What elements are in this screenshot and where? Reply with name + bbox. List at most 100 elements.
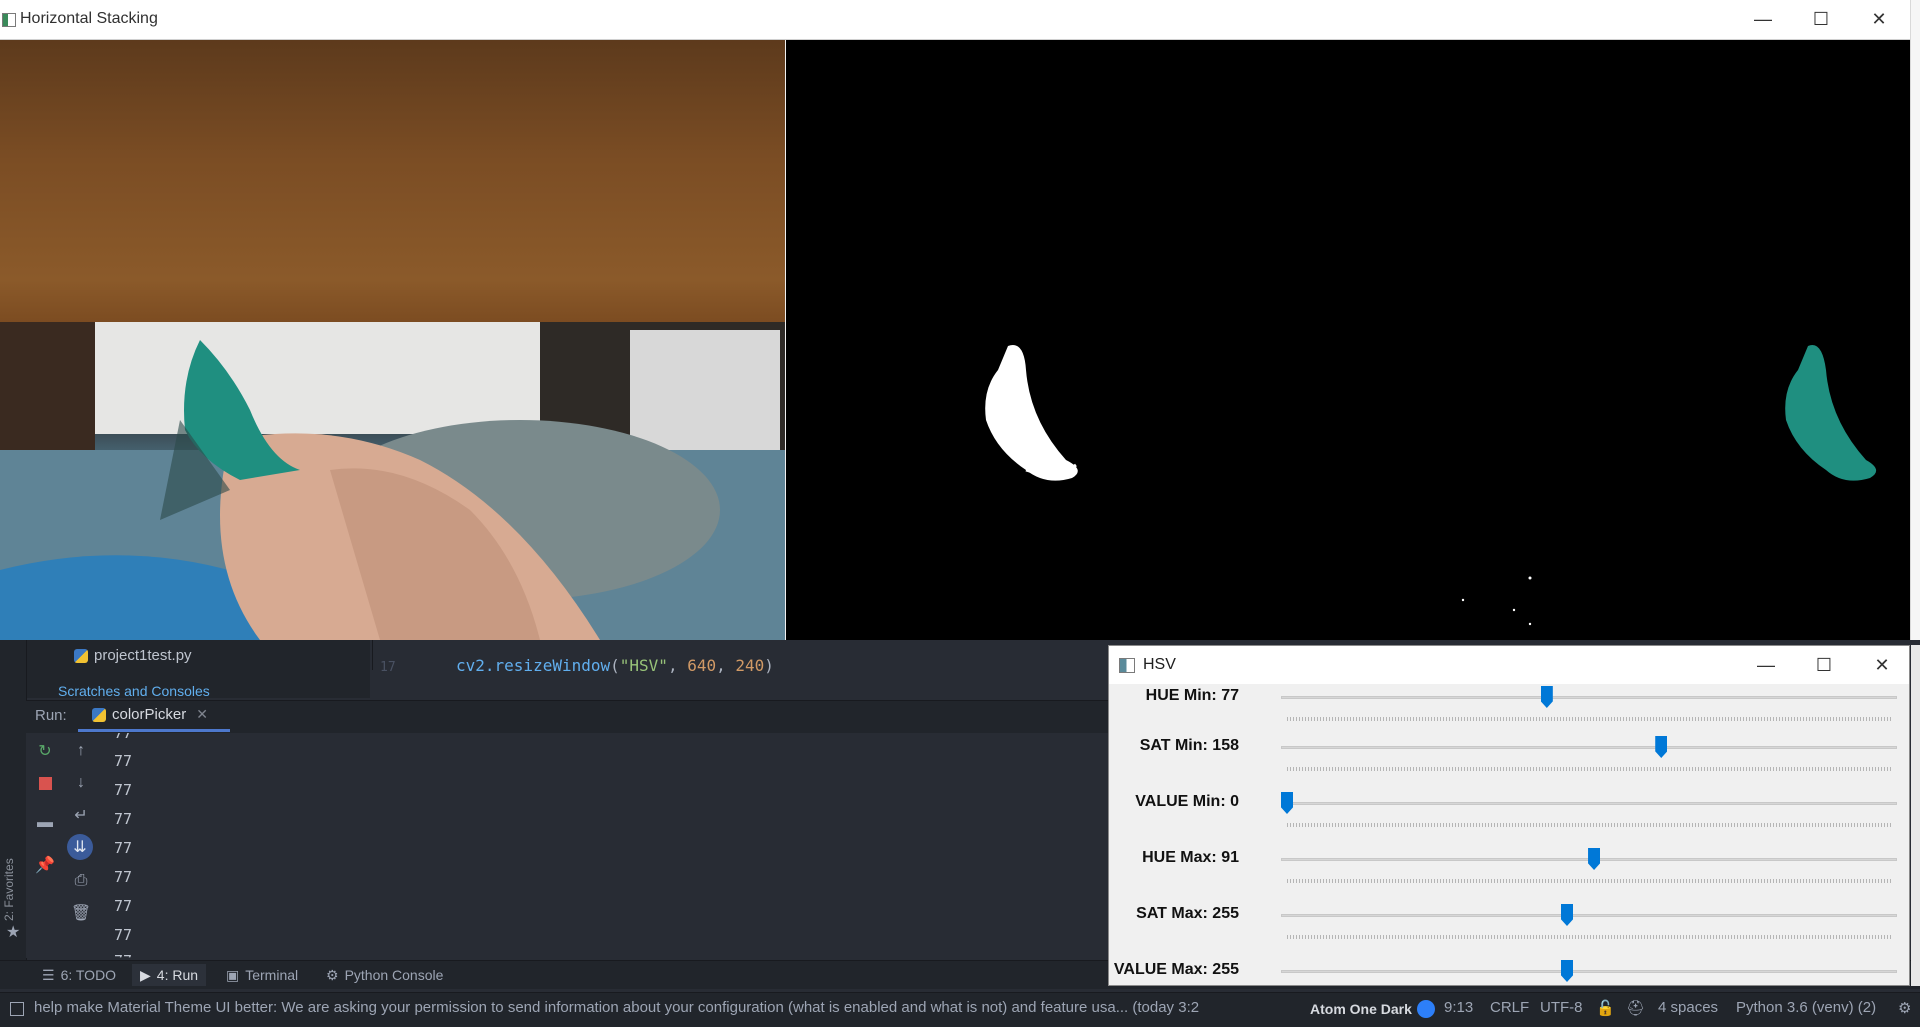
close-button[interactable]: ✕: [1853, 646, 1909, 684]
status-message[interactable]: help make Material Theme UI better: We a…: [34, 999, 1300, 1016]
play-icon: ▶: [140, 966, 151, 983]
console-line: 77: [114, 781, 133, 799]
trash-icon[interactable]: 🗑: [71, 904, 91, 922]
minimize-button[interactable]: —: [1734, 0, 1792, 39]
console-line: 77: [114, 897, 133, 915]
tab-python-console[interactable]: ⚙ Python Console: [318, 964, 451, 986]
console-line: 77: [114, 810, 133, 828]
inspector-icon[interactable]: ⛑: [1626, 999, 1645, 1017]
terminal-icon: ▣: [226, 966, 240, 983]
slider-ticks: [1287, 767, 1891, 771]
mask-scene: [985, 345, 1877, 626]
slider-track[interactable]: [1281, 746, 1897, 749]
close-tab-icon[interactable]: ✕: [196, 706, 208, 723]
minimize-button[interactable]: —: [1737, 646, 1795, 684]
indent-setting[interactable]: 4 spaces: [1658, 999, 1718, 1016]
tab-terminal[interactable]: ▣ Terminal: [218, 964, 306, 986]
python-interpreter[interactable]: Python 3.6 (venv) (2): [1736, 999, 1876, 1016]
code-line[interactable]: cv2.resizeWindow("HSV", 640, 240): [456, 656, 774, 675]
code-separator: ,: [716, 656, 736, 675]
code-paren-open: (: [610, 656, 620, 675]
app-icon: [1119, 658, 1135, 673]
camera-frame-image: [0, 40, 785, 640]
slider-ticks: [1287, 717, 1891, 721]
slider-label: SAT Max: 255: [1136, 905, 1239, 922]
tab-run[interactable]: ▶ 4: Run: [132, 964, 207, 986]
list-icon: ☰: [42, 966, 55, 983]
slider-label: SAT Min: 158: [1139, 737, 1239, 754]
code-function: cv2.resizeWindow: [456, 656, 611, 675]
console-line: 77: [114, 752, 133, 770]
scratches-and-consoles-item[interactable]: Scratches and Consoles: [58, 683, 210, 699]
window-titlebar[interactable]: Horizontal Stacking — ☐ ✕: [0, 0, 1910, 40]
slider-track[interactable]: [1281, 914, 1897, 917]
hsv-window-scrollbar[interactable]: [1911, 645, 1920, 986]
tool-window-toggle-icon[interactable]: [10, 1002, 24, 1016]
maximize-button[interactable]: ☐: [1795, 646, 1853, 684]
python-icon: ⚙: [326, 966, 339, 983]
console-output[interactable]: [26, 733, 1108, 958]
slider-thumb[interactable]: [1540, 686, 1553, 708]
hsv-slider-row: SAT Min: 158: [1109, 734, 1909, 790]
slider-thumb[interactable]: [1655, 736, 1668, 758]
window-right-edge: [1910, 0, 1920, 640]
settings-icon[interactable]: ⚙: [1898, 999, 1911, 1017]
line-number: 17: [380, 660, 396, 675]
slider-label: VALUE Max: 255: [1113, 961, 1239, 978]
lock-icon[interactable]: 🔓: [1596, 999, 1615, 1017]
file-encoding[interactable]: UTF-8: [1540, 999, 1583, 1016]
code-separator: ,: [667, 656, 688, 675]
cursor-position[interactable]: 9:13: [1444, 999, 1473, 1016]
console-line: 77: [114, 926, 133, 944]
slider-thumb[interactable]: [1561, 960, 1573, 982]
code-number-height: 240: [735, 656, 765, 675]
stop-icon[interactable]: [36, 774, 54, 792]
print-icon[interactable]: ⎙: [72, 872, 90, 890]
hsv-titlebar[interactable]: HSV — ☐ ✕: [1109, 646, 1909, 684]
slider-ticks: [1287, 879, 1891, 883]
arrow-up-icon[interactable]: ↑: [72, 742, 90, 760]
tab-todo[interactable]: ☰ 6: TODO: [34, 964, 124, 986]
slider-label: HUE Min: 77: [1145, 687, 1239, 704]
slider-track[interactable]: [1281, 696, 1897, 699]
theme-indicator-icon: [1417, 1000, 1435, 1018]
layout-icon[interactable]: ▬: [36, 814, 54, 832]
project-file-item[interactable]: project1test.py: [74, 647, 192, 664]
close-button[interactable]: ✕: [1850, 0, 1908, 39]
slider-thumb[interactable]: [1281, 792, 1293, 814]
project-file-label: project1test.py: [94, 647, 192, 664]
theme-name[interactable]: Atom One Dark: [1310, 1001, 1412, 1017]
hsv-slider-row: VALUE Max: 255: [1109, 958, 1909, 985]
slider-ticks: [1287, 935, 1891, 939]
pin-icon[interactable]: 📌: [35, 856, 55, 874]
python-file-icon: [74, 648, 88, 663]
tab-label: 6: TODO: [60, 967, 117, 983]
slider-label: VALUE Min: 0: [1135, 793, 1239, 810]
run-label: Run:: [35, 707, 67, 724]
favorites-tool-tab[interactable]: 2: Favorites: [2, 850, 24, 930]
maximize-button[interactable]: ☐: [1792, 0, 1850, 39]
rerun-icon[interactable]: ↻: [36, 742, 54, 760]
python-file-icon: [92, 707, 106, 722]
camera-scene: [0, 322, 785, 640]
slider-thumb[interactable]: [1588, 848, 1601, 870]
hsv-window-title: HSV: [1143, 656, 1176, 673]
line-separator[interactable]: CRLF: [1490, 999, 1529, 1016]
hsv-slider-row: VALUE Min: 0: [1109, 790, 1909, 846]
soft-wrap-icon[interactable]: ↵: [72, 806, 90, 824]
horizontal-stacking-window: Horizontal Stacking — ☐ ✕: [0, 0, 1910, 640]
code-number-width: 640: [687, 656, 717, 675]
run-tab-colorpicker[interactable]: colorPicker ✕: [78, 700, 230, 732]
slider-thumb[interactable]: [1561, 904, 1573, 926]
window-title: Horizontal Stacking: [20, 10, 158, 27]
slider-track[interactable]: [1281, 970, 1897, 973]
star-icon[interactable]: ★: [6, 922, 20, 942]
arrow-down-icon[interactable]: ↓: [72, 774, 90, 792]
code-paren-close: ): [764, 656, 774, 675]
app-icon: [2, 13, 16, 27]
scroll-to-end-icon[interactable]: ⇊: [67, 834, 93, 860]
console-line: 77: [114, 868, 133, 886]
slider-track[interactable]: [1281, 802, 1897, 805]
hsv-trackbar-window: HSV — ☐ ✕ HUE Min: 77 SAT Min: 158 VALUE M…: [1108, 645, 1910, 986]
slider-label: HUE Max: 91: [1142, 849, 1239, 866]
